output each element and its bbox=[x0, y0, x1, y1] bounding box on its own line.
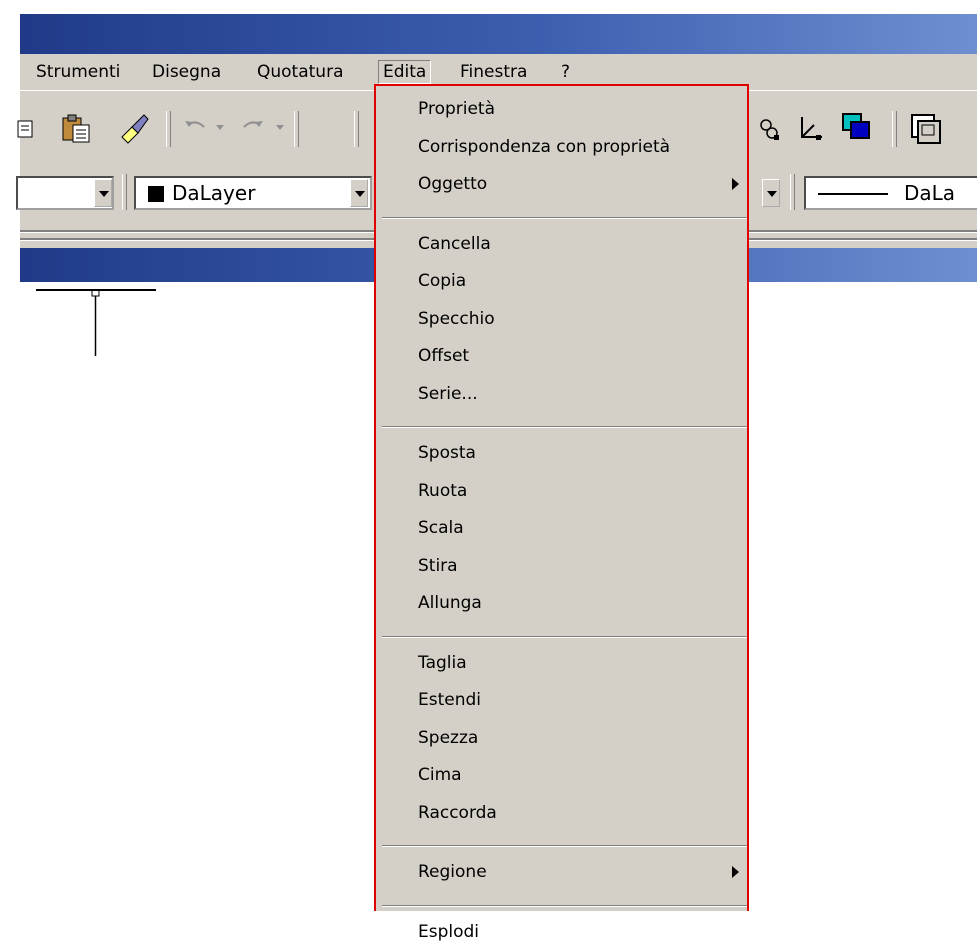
menu-item-ruota[interactable]: Ruota bbox=[418, 480, 467, 502]
menu-item-cima[interactable]: Cima bbox=[418, 764, 462, 786]
toolbar-separator bbox=[122, 174, 127, 210]
toolbar-separator bbox=[892, 111, 897, 147]
menu-separator bbox=[382, 216, 747, 219]
menu-disegna[interactable]: Disegna bbox=[148, 62, 225, 82]
linetype-preview-line bbox=[818, 193, 888, 195]
aerial-view-icon[interactable] bbox=[908, 111, 942, 145]
menu-item-cancella[interactable]: Cancella bbox=[418, 233, 491, 255]
named-views-icon[interactable] bbox=[840, 111, 872, 143]
linetype-combo[interactable]: DaLa bbox=[804, 176, 977, 210]
color-combo[interactable]: DaLayer bbox=[134, 176, 372, 210]
menu-finestra[interactable]: Finestra bbox=[456, 62, 531, 82]
paste-icon[interactable] bbox=[60, 113, 92, 145]
menu-item-stira[interactable]: Stira bbox=[418, 555, 458, 577]
color-swatch-icon bbox=[148, 186, 164, 202]
copy-icon[interactable] bbox=[12, 115, 40, 143]
menu-separator bbox=[382, 635, 747, 638]
menu-strumenti[interactable]: Strumenti bbox=[32, 62, 124, 82]
menu-item-estendi[interactable]: Estendi bbox=[418, 689, 481, 711]
menu-item-raccorda[interactable]: Raccorda bbox=[418, 802, 497, 824]
menu-item-specchio[interactable]: Specchio bbox=[418, 308, 495, 330]
linetype-prev-combo-arrow-icon[interactable] bbox=[762, 179, 780, 207]
menu-item-proprietà[interactable]: Proprietà bbox=[418, 98, 495, 120]
undo-icon[interactable] bbox=[182, 115, 210, 141]
ucs-icon[interactable] bbox=[796, 113, 826, 143]
menu-item-esplodi[interactable]: Esplodi bbox=[418, 921, 479, 943]
layer-combo-arrow-icon[interactable] bbox=[94, 179, 112, 207]
cursor-crosshair-icon bbox=[36, 289, 156, 356]
toolbar-separator bbox=[790, 174, 795, 210]
menu-edita[interactable]: Edita bbox=[378, 60, 432, 84]
menu-separator bbox=[382, 904, 747, 907]
submenu-arrow-icon bbox=[732, 178, 739, 190]
top-margin bbox=[0, 0, 977, 14]
toolbar-separator bbox=[166, 111, 171, 147]
submenu-arrow-icon bbox=[732, 866, 739, 878]
color-combo-arrow-icon[interactable] bbox=[350, 179, 368, 207]
menu-item-taglia[interactable]: Taglia bbox=[418, 652, 467, 674]
menu-separator bbox=[382, 426, 747, 428]
redo-icon[interactable] bbox=[238, 115, 268, 141]
menu-item-corrispondenza-con-proprietà[interactable]: Corrispondenza con proprietà bbox=[418, 136, 670, 158]
menu-item-allunga[interactable]: Allunga bbox=[418, 592, 482, 614]
undo-dropdown-arrow-icon[interactable] bbox=[216, 125, 224, 130]
redo-dropdown-arrow-icon[interactable] bbox=[276, 125, 284, 130]
menu-item-offset[interactable]: Offset bbox=[418, 345, 469, 367]
menu-help[interactable]: ? bbox=[557, 62, 574, 82]
distance-inquiry-icon[interactable] bbox=[754, 113, 784, 143]
menu-item-regione[interactable]: Regione bbox=[418, 861, 487, 883]
menu-item-serie[interactable]: Serie... bbox=[418, 383, 478, 405]
toolbar-separator bbox=[294, 111, 299, 147]
menu-separator bbox=[382, 845, 747, 847]
menu-item-copia[interactable]: Copia bbox=[418, 270, 466, 292]
menu-item-oggetto[interactable]: Oggetto bbox=[418, 173, 487, 195]
menu-item-spezza[interactable]: Spezza bbox=[418, 727, 478, 749]
toolbar-separator bbox=[354, 111, 359, 147]
menu-item-scala[interactable]: Scala bbox=[418, 517, 464, 539]
color-combo-value: DaLayer bbox=[172, 181, 256, 205]
match-properties-brush-icon[interactable] bbox=[116, 111, 152, 145]
menu-item-sposta[interactable]: Sposta bbox=[418, 442, 476, 464]
edita-dropdown-menu: Proprietà Corrispondenza con proprietà Ogg… bbox=[374, 84, 749, 942]
linetype-combo-value: DaLa bbox=[904, 181, 956, 205]
menu-quotatura[interactable]: Quotatura bbox=[253, 62, 348, 82]
title-bar bbox=[20, 14, 977, 54]
